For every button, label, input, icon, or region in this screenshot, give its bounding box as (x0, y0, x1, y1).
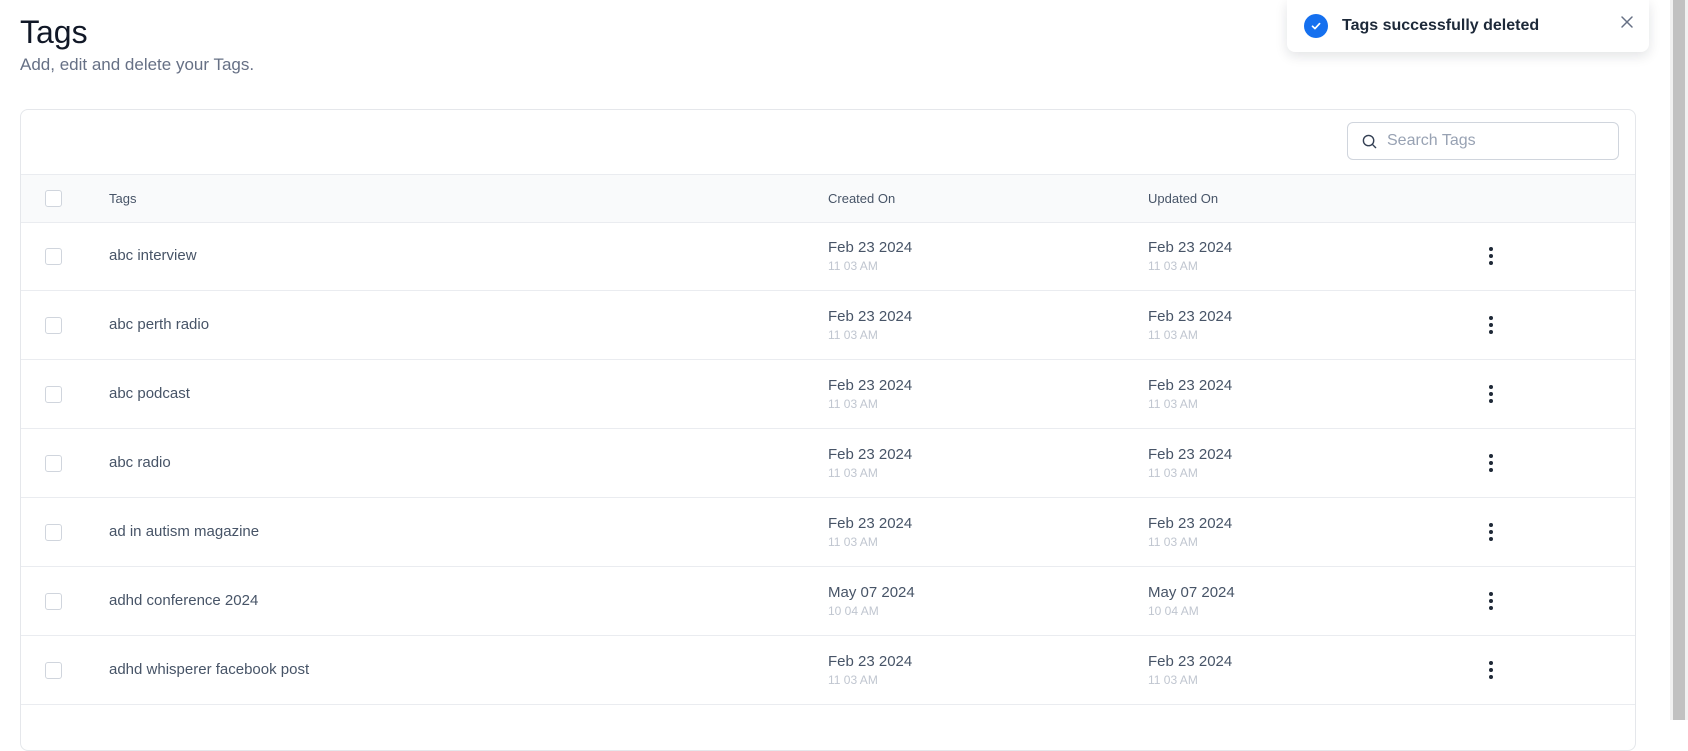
updated-time: 10 04 AM (1148, 604, 1199, 618)
updated-date: Feb 23 2024 (1148, 446, 1233, 463)
updated-date: Feb 23 2024 (1148, 239, 1233, 256)
row-checkbox[interactable] (45, 386, 62, 403)
tag-name[interactable]: abc radio (109, 454, 171, 471)
more-options-icon[interactable] (1479, 313, 1503, 337)
created-time: 11 03 AM (828, 673, 878, 687)
table-row[interactable]: ad in autism magazine Feb 23 2024 11 03 AM… (21, 498, 1635, 567)
created-time: 11 03 AM (828, 535, 878, 549)
table-row[interactable]: abc interview Feb 23 2024 11 03 AM Feb 23 2… (21, 222, 1635, 291)
toast-message: Tags successfully deleted (1342, 17, 1540, 34)
created-date: Feb 23 2024 (828, 446, 913, 463)
created-date: Feb 23 2024 (828, 515, 913, 532)
row-checkbox[interactable] (45, 593, 62, 610)
select-all-checkbox[interactable] (45, 190, 62, 207)
vertical-scrollbar[interactable] (1670, 0, 1688, 720)
table-header: Tags Created On Updated On (21, 174, 1635, 223)
created-time: 11 03 AM (828, 259, 878, 273)
search-icon (1362, 134, 1377, 148)
tag-name[interactable]: adhd conference 2024 (109, 592, 258, 609)
column-header-created-on[interactable]: Created On (828, 191, 895, 206)
updated-time: 11 03 AM (1148, 673, 1198, 687)
close-icon[interactable] (1619, 14, 1635, 30)
more-options-icon[interactable] (1479, 382, 1503, 406)
table-row[interactable]: adhd conference 2024 May 07 2024 10 04 AM M… (21, 567, 1635, 636)
search-input[interactable] (1385, 131, 1609, 151)
updated-date: Feb 23 2024 (1148, 377, 1233, 394)
tag-name[interactable]: ad in autism magazine (109, 523, 259, 540)
updated-date: Feb 23 2024 (1148, 308, 1233, 325)
page-title: Tags (20, 14, 88, 50)
more-options-icon[interactable] (1479, 244, 1503, 268)
column-header-updated-on[interactable]: Updated On (1148, 191, 1218, 206)
table-row[interactable]: abc perth radio Feb 23 2024 11 03 AM Feb 23… (21, 291, 1635, 360)
check-circle-icon (1304, 14, 1328, 38)
updated-date: Feb 23 2024 (1148, 515, 1233, 532)
more-options-icon[interactable] (1479, 451, 1503, 475)
more-options-icon[interactable] (1479, 658, 1503, 682)
tag-name[interactable]: adhd whisperer facebook post (109, 661, 309, 678)
updated-date: Feb 23 2024 (1148, 653, 1233, 670)
more-options-icon[interactable] (1479, 589, 1503, 613)
row-checkbox[interactable] (45, 524, 62, 541)
scrollbar-thumb[interactable] (1673, 0, 1685, 720)
created-date: Feb 23 2024 (828, 377, 913, 394)
page-subtitle: Add, edit and delete your Tags. (20, 55, 255, 74)
tags-table-card: Tags Created On Updated On abc interview… (20, 109, 1636, 751)
table-row[interactable]: abc radio Feb 23 2024 11 03 AM Feb 23 2024 1… (21, 429, 1635, 498)
tag-name[interactable]: abc perth radio (109, 316, 209, 333)
updated-time: 11 03 AM (1148, 535, 1198, 549)
updated-date: May 07 2024 (1148, 584, 1235, 601)
created-date: Feb 23 2024 (828, 308, 913, 325)
updated-time: 11 03 AM (1148, 328, 1198, 342)
row-checkbox[interactable] (45, 248, 62, 265)
tag-name[interactable]: abc interview (109, 247, 197, 264)
column-header-tags[interactable]: Tags (109, 191, 136, 206)
table-row[interactable]: abc podcast Feb 23 2024 11 03 AM Feb 23 202… (21, 360, 1635, 429)
created-date: May 07 2024 (828, 584, 915, 601)
created-time: 11 03 AM (828, 397, 878, 411)
created-date: Feb 23 2024 (828, 653, 913, 670)
row-checkbox[interactable] (45, 455, 62, 472)
toast-notification: Tags successfully deleted (1287, 0, 1649, 52)
row-checkbox[interactable] (45, 317, 62, 334)
created-date: Feb 23 2024 (828, 239, 913, 256)
updated-time: 11 03 AM (1148, 466, 1198, 480)
created-time: 11 03 AM (828, 328, 878, 342)
updated-time: 11 03 AM (1148, 397, 1198, 411)
created-time: 10 04 AM (828, 604, 879, 618)
search-box[interactable] (1347, 122, 1619, 160)
tag-name[interactable]: abc podcast (109, 385, 190, 402)
updated-time: 11 03 AM (1148, 259, 1198, 273)
table-row[interactable]: adhd whisperer facebook post Feb 23 2024 1… (21, 636, 1635, 705)
row-checkbox[interactable] (45, 662, 62, 679)
more-options-icon[interactable] (1479, 520, 1503, 544)
created-time: 11 03 AM (828, 466, 878, 480)
